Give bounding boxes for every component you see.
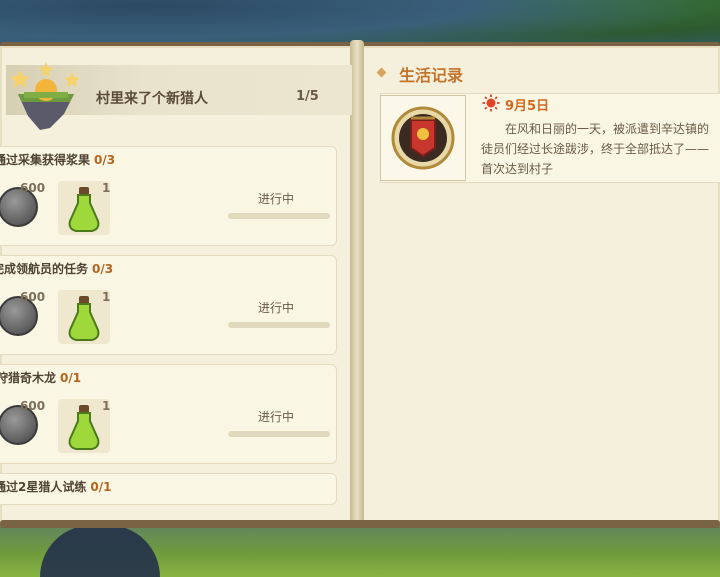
potion-amount: 1 — [102, 181, 111, 195]
quest-task-card[interactable]: 通过2星猎人试练 0/1 — [0, 473, 337, 505]
quest-task-card[interactable]: 狩猎奇木龙 0/1 600 1 进行中 — [0, 364, 337, 464]
coin-amount: 600 — [20, 399, 46, 413]
task-count: 0/3 — [94, 153, 116, 167]
quest-progress: 1/5 — [296, 89, 319, 104]
coin-amount: 600 — [20, 181, 46, 195]
task-title: 通过采集获得浆果 0/3 — [0, 151, 116, 168]
book-binding — [350, 40, 364, 528]
quest-task-card[interactable]: 通过采集获得浆果 0/3 600 1 进行中 — [0, 146, 337, 246]
task-status: 进行中 — [258, 301, 295, 315]
potion-amount: 1 — [102, 399, 111, 413]
task-title: 狩猎奇木龙 0/1 — [0, 369, 82, 386]
task-title: 完成领航员的任务 0/3 — [0, 260, 114, 277]
task-title-text: 完成领航员的任务 — [0, 262, 89, 276]
task-title-text: 狩猎奇木龙 — [0, 371, 57, 385]
task-status: 进行中 — [258, 192, 295, 206]
entry-emblem — [380, 95, 466, 181]
quest-task-card[interactable]: 完成领航员的任务 0/3 600 1 进行中 — [0, 255, 337, 355]
quest-title: 村里来了个新猎人 — [96, 91, 208, 107]
village-banner-emblem-icon — [391, 106, 455, 170]
sun-icon — [482, 94, 500, 112]
entry-text: 在风和日丽的一天，被派遣到辛达镇的徒员们经过长途跋涉，终于全部抵达了——首次达到… — [481, 122, 710, 176]
task-progress-bar — [228, 322, 330, 328]
book-edge-bottom — [0, 520, 720, 528]
task-title-text: 通过2星猎人试练 — [0, 480, 87, 494]
task-title-text: 通过采集获得浆果 — [0, 153, 91, 167]
coin-amount: 600 — [20, 290, 46, 304]
task-count: 0/1 — [90, 480, 112, 494]
task-progress-bar — [228, 431, 330, 437]
potion-amount: 1 — [102, 290, 111, 304]
task-status: 进行中 — [258, 410, 295, 424]
life-record-title: 生活记录 — [399, 66, 464, 85]
task-progress-bar — [228, 213, 330, 219]
task-title: 通过2星猎人试练 0/1 — [0, 478, 112, 495]
task-count: 0/3 — [92, 262, 114, 276]
task-count: 0/1 — [60, 371, 82, 385]
entry-date: 9月5日 — [505, 99, 550, 114]
floating-island-badge-icon — [10, 62, 80, 130]
